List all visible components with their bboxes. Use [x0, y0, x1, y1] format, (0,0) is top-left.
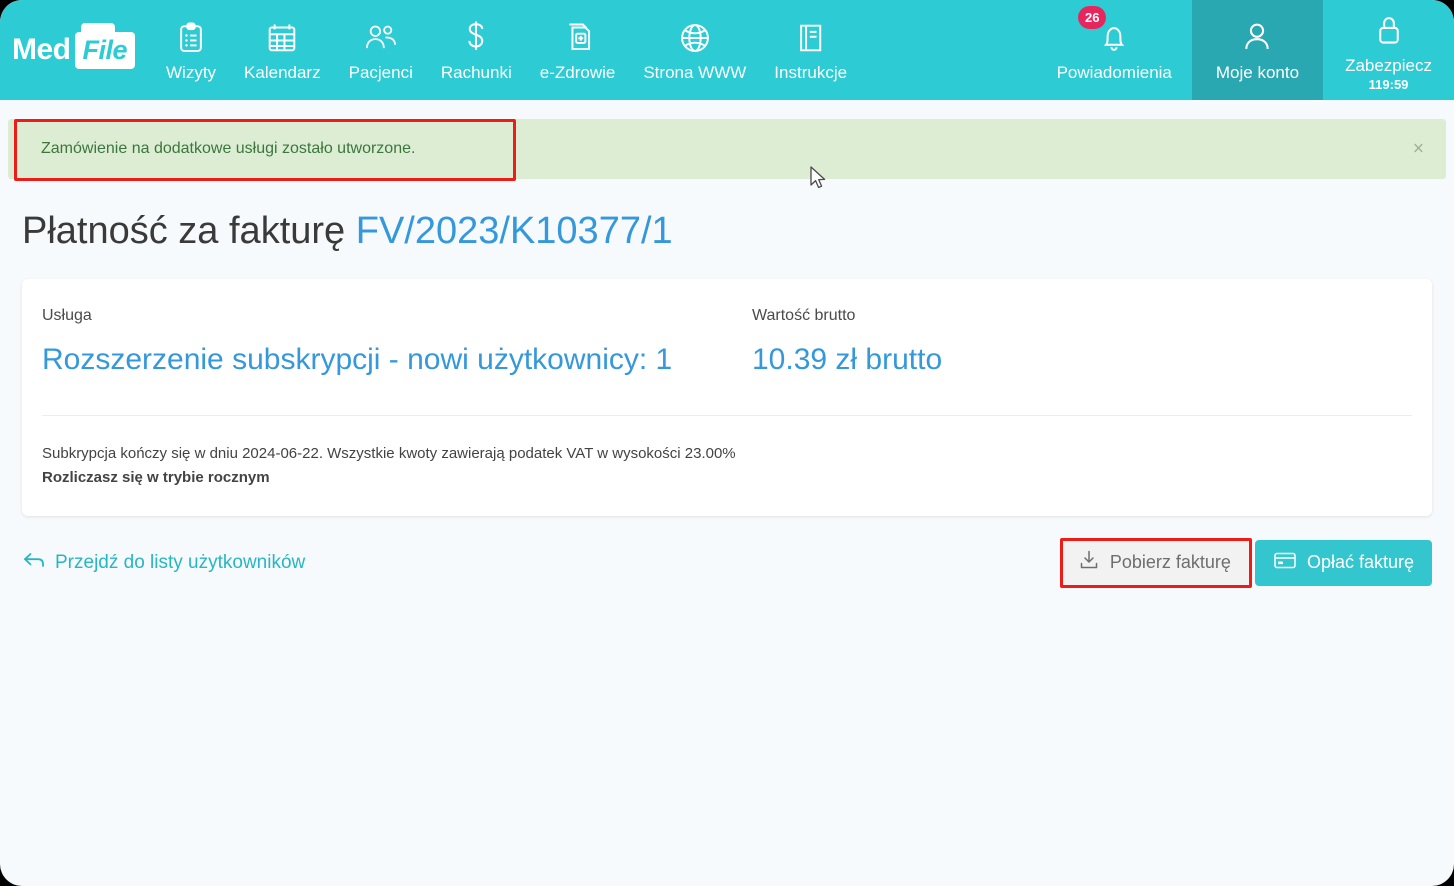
nav-label-strona-www: Strona WWW — [643, 63, 747, 82]
nav-label-zabezpiecz: Zabezpiecz — [1345, 56, 1432, 75]
health-plus-icon — [563, 19, 593, 57]
notification-badge: 26 — [1078, 6, 1107, 29]
nav-label-e-zdrowie: e-Zdrowie — [539, 63, 616, 82]
nav-label-wizyty: Wizyty — [166, 63, 217, 82]
nav-item-wizyty[interactable]: Wizyty — [152, 0, 230, 100]
nav-item-e-zdrowie[interactable]: e-Zdrowie — [526, 0, 630, 100]
book-icon — [796, 19, 826, 57]
action-bar: Przejdź do listy użytkowników Pobierz fa… — [22, 537, 1432, 588]
pay-invoice-button[interactable]: Opłać fakturę — [1254, 539, 1432, 586]
top-navigation-bar: Med File Wizyty Kalendarz Pacjenci Rachu… — [0, 0, 1454, 100]
alert-message: Zamówienie na dodatkowe usługi zostało u… — [41, 140, 416, 157]
gross-value-column: Wartość brutto 10.39 zł brutto — [752, 307, 1412, 379]
gross-label: Wartość brutto — [752, 306, 856, 324]
dollar-icon — [463, 19, 489, 57]
invoice-number: FV/2023/K10377/1 — [355, 210, 673, 252]
download-invoice-button[interactable]: Pobierz fakturę — [1059, 539, 1249, 586]
nav-item-kalendarz[interactable]: Kalendarz — [230, 0, 335, 100]
download-icon — [1078, 549, 1100, 576]
credit-card-icon — [1273, 550, 1297, 575]
bell-icon — [1099, 19, 1129, 57]
nav-item-powiadomienia[interactable]: 26 Powiadomienia — [1037, 0, 1192, 100]
nav-label-pacjenci: Pacjenci — [348, 63, 413, 82]
nav-item-zabezpiecz[interactable]: Zabezpiecz 119:59 — [1323, 0, 1454, 100]
nav-label-instrukcje: Instrukcje — [774, 63, 848, 82]
patients-icon — [363, 19, 399, 57]
session-timer: 119:59 — [1368, 77, 1409, 92]
nav-label-powiadomienia: Powiadomienia — [1056, 63, 1172, 82]
invoice-detail-row: Usługa Rozszerzenie subskrypcji - nowi u… — [22, 307, 1432, 379]
subscription-note: Subkrypcja kończy się w dniu 2024-06-22.… — [42, 444, 736, 462]
application-window: Med File Wizyty Kalendarz Pacjenci Rachu… — [0, 0, 1454, 886]
user-icon — [1241, 19, 1273, 57]
lock-icon — [1374, 12, 1404, 50]
invoice-summary-card: Usługa Rozszerzenie subskrypcji - nowi u… — [22, 278, 1432, 516]
nav-label-rachunki: Rachunki — [440, 63, 512, 82]
nav-item-instrukcje[interactable]: Instrukcje — [760, 0, 861, 100]
arrow-back-icon — [22, 551, 46, 575]
clipboard-icon — [176, 19, 206, 57]
logo-text: Med File — [12, 22, 136, 69]
nav-item-moje-konto[interactable]: Moje konto — [1191, 0, 1324, 100]
logo-secondary-text: File — [82, 34, 128, 65]
back-link-label: Przejdź do listy użytkowników — [55, 551, 306, 573]
service-label: Usługa — [42, 306, 92, 324]
nav-item-strona-www[interactable]: Strona WWW — [629, 0, 760, 100]
nav-item-rachunki[interactable]: Rachunki — [427, 0, 526, 100]
billing-mode-note: Rozliczasz się w trybie rocznym — [42, 468, 270, 486]
nav-label-moje-konto: Moje konto — [1215, 63, 1300, 82]
gross-value: 10.39 zł brutto — [752, 342, 943, 376]
service-column: Usługa Rozszerzenie subskrypcji - nowi u… — [42, 307, 752, 379]
service-value: Rozszerzenie subskrypcji - nowi użytkown… — [42, 342, 673, 376]
primary-nav-items: Wizyty Kalendarz Pacjenci Rachunki e-Zdr… — [152, 0, 861, 100]
logo-primary-text: Med — [12, 33, 71, 66]
calendar-icon — [266, 19, 298, 57]
success-alert: Zamówienie na dodatkowe usługi zostało u… — [8, 119, 1446, 179]
secondary-nav-items: 26 Powiadomienia Moje konto Zabezpiecz 1… — [1037, 0, 1454, 100]
pay-button-label: Opłać fakturę — [1306, 552, 1414, 573]
back-to-user-list-link[interactable]: Przejdź do listy użytkowników — [22, 551, 305, 575]
globe-icon — [679, 19, 711, 57]
download-button-label: Pobierz fakturę — [1109, 552, 1231, 573]
logo-folder-icon: File — [74, 22, 136, 69]
close-icon[interactable]: × — [1413, 140, 1424, 159]
nav-label-kalendarz: Kalendarz — [244, 63, 321, 82]
card-footer-notes: Subkrypcja kończy się w dniu 2024-06-22.… — [22, 416, 1432, 490]
page-title: Płatność za fakturę FV/2023/K10377/1 — [0, 179, 1454, 255]
nav-item-pacjenci[interactable]: Pacjenci — [335, 0, 427, 100]
app-logo[interactable]: Med File — [0, 0, 152, 100]
page-title-prefix: Płatność za fakturę — [22, 210, 346, 252]
